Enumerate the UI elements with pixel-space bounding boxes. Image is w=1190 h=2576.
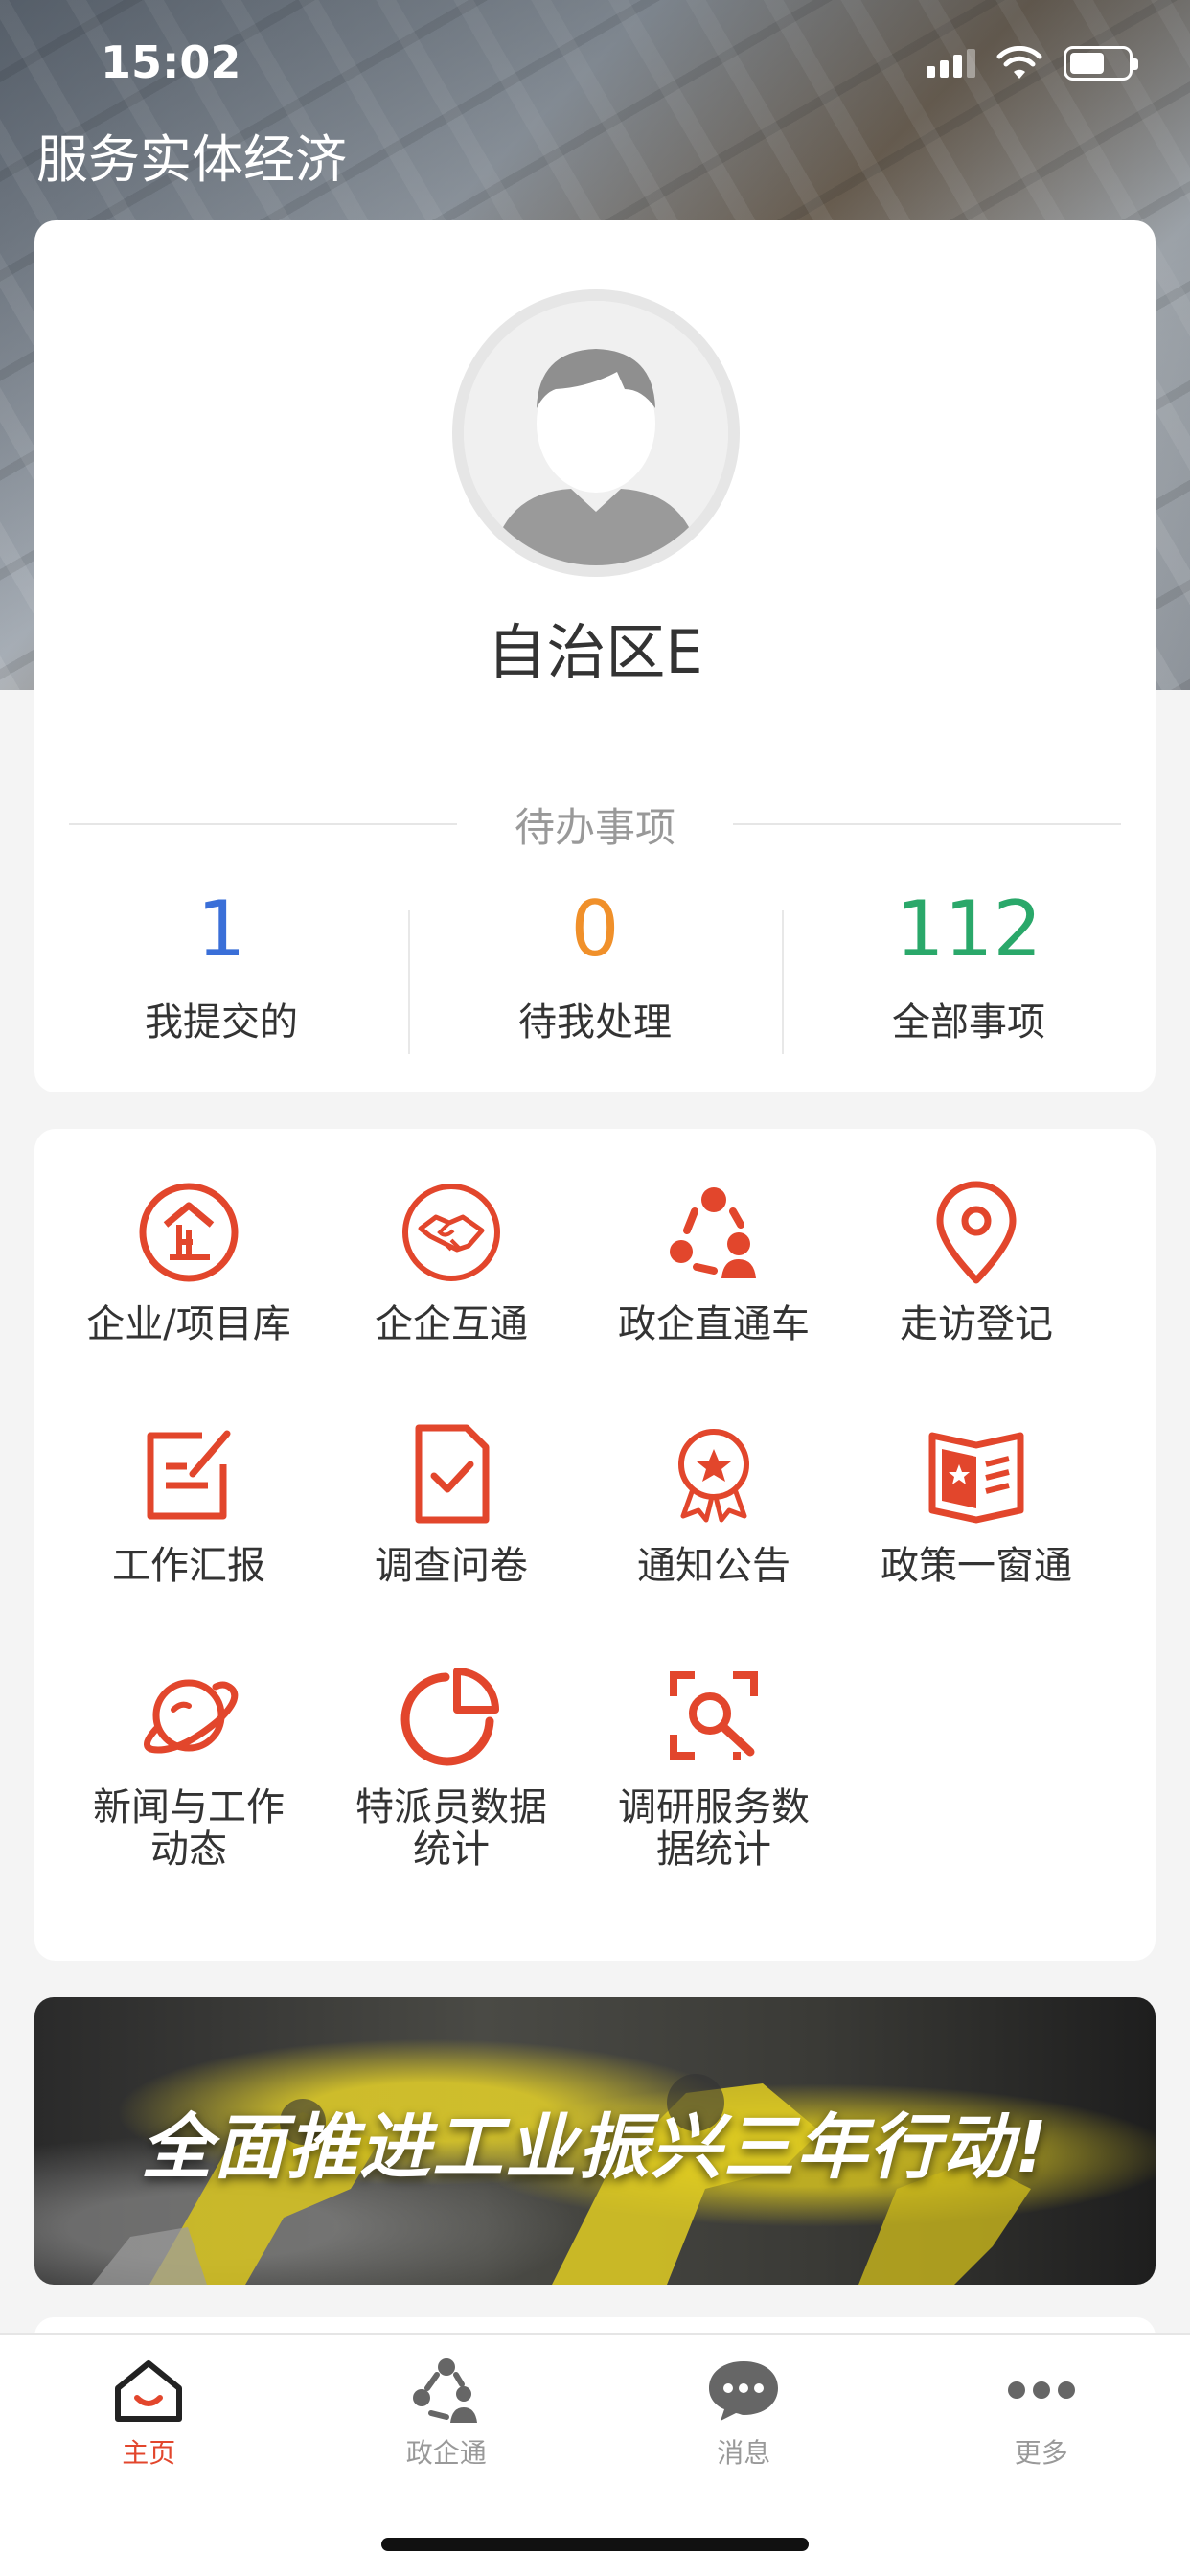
policy-book-icon <box>928 1432 1024 1524</box>
feature-menu-card: 企业/项目库 企企互通 政企直通车 走访登记 工作汇报 调查问卷 通知公告 政策… <box>34 1129 1156 1961</box>
tab-label: 消息 <box>717 2437 771 2469</box>
menu-item-visit-register[interactable]: 走访登记 <box>845 1167 1108 1409</box>
menu-item-research-stats[interactable]: 调研服务数据统计 <box>583 1650 845 1892</box>
enterprise-icon <box>139 1183 239 1282</box>
menu-label: 新闻与工作动态 <box>93 1785 285 1872</box>
planet-icon <box>144 1679 239 1754</box>
tab-gov-enterprise[interactable]: 政企通 <box>298 2334 596 2488</box>
stat-label: 我提交的 <box>145 1000 298 1045</box>
tab-messages[interactable]: 消息 <box>595 2334 893 2488</box>
edit-report-icon <box>147 1430 231 1520</box>
tab-label: 更多 <box>1014 2437 1068 2469</box>
pie-chart-icon <box>400 1668 499 1766</box>
menu-item-policy-window[interactable]: 政策一窗通 <box>845 1409 1108 1650</box>
feature-grid: 企业/项目库 企企互通 政企直通车 走访登记 工作汇报 调查问卷 通知公告 政策… <box>34 1167 1156 1892</box>
user-name: 自治区E <box>487 617 703 687</box>
stat-value: 0 <box>570 885 620 974</box>
todo-stats: 1 我提交的 0 待我处理 112 全部事项 <box>34 872 1156 1054</box>
checked-document-icon <box>415 1424 490 1524</box>
wifi-icon <box>996 46 1042 79</box>
menu-label: 政企直通车 <box>618 1302 810 1346</box>
cellular-signal-icon <box>927 49 975 78</box>
status-icons <box>927 46 1138 80</box>
promo-banner[interactable]: 全面推进工业振兴三年行动! <box>34 1997 1156 2285</box>
menu-label: 调查问卷 <box>375 1544 528 1588</box>
stat-value: 1 <box>196 885 246 974</box>
tab-home[interactable]: 主页 <box>0 2334 298 2488</box>
handshake-icon <box>402 1184 500 1281</box>
more-dots-icon <box>1007 2381 1075 2399</box>
tab-label: 政企通 <box>405 2437 487 2469</box>
menu-item-gov-enterprise-express[interactable]: 政企直通车 <box>583 1167 845 1409</box>
location-pin-icon <box>936 1181 1017 1284</box>
todo-title: 待办事项 <box>515 803 676 851</box>
divider <box>69 823 457 825</box>
status-time: 15:02 <box>101 36 241 88</box>
menu-label: 通知公告 <box>637 1544 790 1588</box>
todo-section-header: 待办事项 <box>69 795 1122 853</box>
menu-item-enterprise-interconnect[interactable]: 企企互通 <box>320 1167 583 1409</box>
menu-label: 调研服务数据统计 <box>618 1785 810 1872</box>
stat-pending[interactable]: 0 待我处理 <box>408 872 782 1054</box>
menu-label: 走访登记 <box>900 1302 1053 1346</box>
chat-icon <box>709 2361 779 2421</box>
menu-item-enterprise-library[interactable]: 企业/项目库 <box>57 1167 320 1409</box>
menu-item-commissioner-stats[interactable]: 特派员数据统计 <box>320 1650 583 1892</box>
stat-label: 待我处理 <box>518 1000 672 1045</box>
menu-item-news[interactable]: 新闻与工作动态 <box>57 1650 320 1892</box>
tab-label: 主页 <box>122 2437 176 2469</box>
home-icon <box>115 2360 183 2422</box>
stat-label: 全部事项 <box>892 1000 1045 1045</box>
avatar[interactable] <box>452 289 740 577</box>
banner-text: 全面推进工业振兴三年行动! <box>141 2105 1049 2189</box>
award-badge-icon <box>678 1429 749 1523</box>
home-indicator[interactable] <box>381 2538 809 2551</box>
scan-search-icon <box>670 1671 758 1760</box>
stat-submitted[interactable]: 1 我提交的 <box>34 872 408 1045</box>
battery-icon <box>1064 46 1138 80</box>
menu-label: 工作汇报 <box>112 1544 265 1588</box>
menu-item-notice[interactable]: 通知公告 <box>583 1409 845 1650</box>
stat-all[interactable]: 112 全部事项 <box>782 872 1156 1054</box>
people-network-icon <box>412 2358 477 2423</box>
profile-card: 自治区E 待办事项 1 我提交的 0 待我处理 112 全部事项 <box>34 220 1156 1092</box>
status-bar: 15:02 <box>0 0 1190 129</box>
menu-label: 企企互通 <box>375 1302 528 1346</box>
menu-item-survey[interactable]: 调查问卷 <box>320 1409 583 1650</box>
app-title: 服务实体经济 <box>36 131 347 189</box>
menu-label: 企业/项目库 <box>86 1302 291 1346</box>
menu-item-work-report[interactable]: 工作汇报 <box>57 1409 320 1650</box>
divider <box>733 823 1122 825</box>
network-people-icon <box>670 1187 756 1278</box>
menu-label: 特派员数据统计 <box>355 1785 547 1872</box>
menu-label: 政策一窗通 <box>881 1544 1072 1588</box>
stat-value: 112 <box>895 885 1042 974</box>
default-avatar-icon <box>464 301 728 565</box>
tab-more[interactable]: 更多 <box>893 2334 1190 2488</box>
